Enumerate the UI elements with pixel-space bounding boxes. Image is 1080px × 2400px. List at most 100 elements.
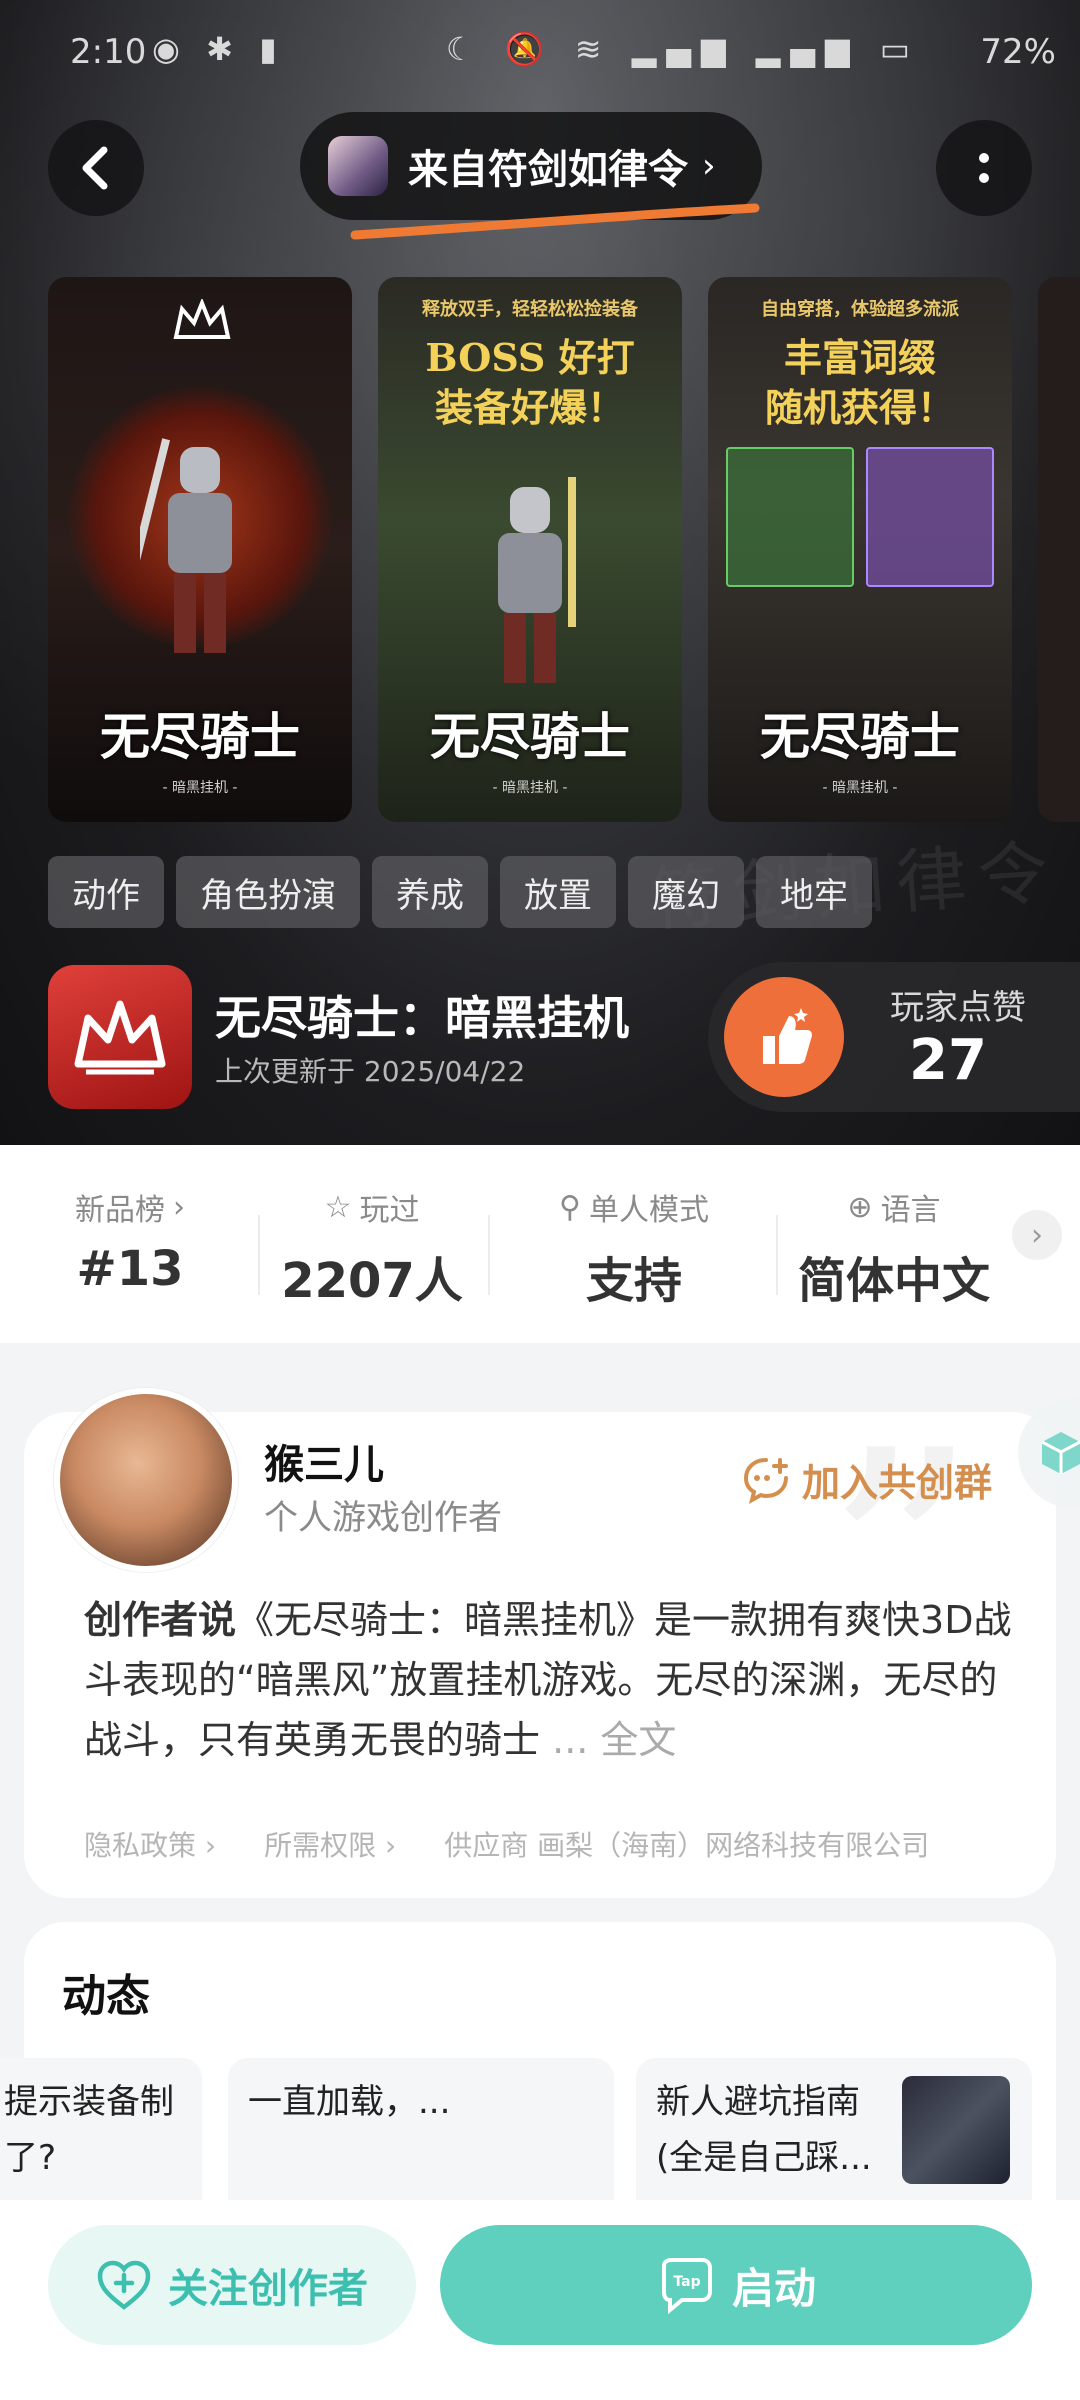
screenshot-headline-2: 装备好爆！ [434,385,625,430]
last-updated: 上次更新于 2025/04/22 [215,1055,526,1088]
stat-label: 玩过 [359,1193,420,1228]
tag-item[interactable]: 魔幻 [628,856,744,928]
more-options-button[interactable] [936,120,1032,216]
person-icon: ⚲ [559,1189,581,1225]
like-count: 27 [909,1028,987,1093]
tag-item[interactable]: 养成 [372,856,488,928]
screenshot-caption: 释放双手，轻轻松松捡装备 [422,299,638,320]
creator-role: 个人游戏创作者 [264,1498,502,1538]
cube-icon [1041,1432,1080,1474]
stat-value: #13 [76,1241,184,1297]
supplier-info: 供应商 画梨（海南）网络科技有限公司 [444,1829,930,1862]
stat-label: 新品榜 [75,1193,165,1228]
stat-label: 单人模式 [588,1193,709,1228]
knight-illustration [140,438,232,653]
source-label: 来自符剑如律令 [408,147,688,193]
item-stats-panel [866,447,994,587]
screenshot-4-partial[interactable] [1038,277,1080,822]
post-text: 提示装备制了? [4,2082,174,2178]
handdrawn-underline [350,203,760,240]
stat-label-row: 新品榜 › [0,1185,260,1229]
crown-icon [173,299,231,339]
svg-text:Tap: Tap [673,2274,700,2290]
stats-more-arrow[interactable]: › [1012,1210,1062,1260]
privacy-policy-link[interactable]: 隐私政策 › [84,1824,216,1864]
screenshot-1[interactable]: 无尽骑士 - 暗黑挂机 - [48,277,352,822]
post-text: 一直加载，... [248,2082,451,2122]
screenshot-logo-text: 无尽骑士 [760,707,960,766]
screenshot-subtitle: - 暗黑挂机 - [162,780,238,796]
creator-name[interactable]: 猴三儿 [264,1432,384,1490]
privacy-label: 隐私政策 [84,1829,197,1862]
tag-item[interactable]: 放置 [500,856,616,928]
screenshot-2[interactable]: 释放双手，轻轻松松捡装备 BOSS 好打 装备好爆！ 无尽骑士 - 暗黑挂机 - [378,277,682,822]
like-label: 玩家点赞 [890,988,1026,1028]
back-button[interactable] [48,120,144,216]
stat-ranking[interactable]: 新品榜 › #13 [0,1185,260,1298]
section-title: 动态 [62,1971,150,2022]
screenshot-logo-text: 无尽骑士 [100,707,300,766]
stat-value: 2207人 [281,1253,463,1309]
more-vertical-icon [979,153,989,183]
follow-label: 关注创作者 [168,2266,368,2312]
creator-avatar[interactable] [54,1388,238,1572]
crown-icon [74,1000,166,1075]
creator-card: ” 猴三儿 个人游戏创作者 加入共创群 创作者说《无尽骑士：暗黑挂机》是一款拥有… [24,1388,1056,1898]
stat-single-player: ⚲ 单人模式 支持 [504,1185,764,1311]
item-stats-panel [726,447,854,587]
follow-creator-button[interactable]: 关注创作者 [48,2225,416,2345]
eye-bluetooth-battery-icons: ◉ ✱ ▮ [152,30,285,68]
status-bar: 2:10 ◉ ✱ ▮ ☾ 🔕 ≋ ▂▄▆ ▂▄▆ ▭ 72% [0,0,1080,100]
knight-illustration [498,477,576,683]
network-status-icons: ☾ 🔕 ≋ ▂▄▆ ▂▄▆ ▭ [445,30,920,68]
globe-icon: ⊕ [847,1189,873,1225]
source-avatar [328,136,388,196]
permissions-label: 所需权限 [264,1829,377,1862]
genre-tags: 动作 角色扮演 养成 放置 魔幻 地牢 [48,856,872,928]
post-thumbnail [902,2076,1010,2184]
game-stats-bar: 新品榜 › #13 ☆ 玩过 2207人 ⚲ 单人模式 支持 ⊕ 语言 简体中文 [0,1145,1080,1343]
screenshot-headline-1: 丰富词缀 [783,335,936,380]
post-text: 新人避坑指南(全是自己踩... [656,2082,872,2178]
creator-description[interactable]: 创作者说《无尽骑士：暗黑挂机》是一款拥有爽快3D战斗表现的“暗黑风”放置挂机游戏… [84,1590,1024,1770]
battery-percent: 72% [980,32,1056,72]
permissions-link[interactable]: 所需权限 › [264,1824,396,1864]
stat-language: ⊕ 语言 简体中文 [764,1185,1024,1311]
game-app-icon [48,965,192,1109]
bottom-action-bar: 关注创作者 Tap 启动 [0,2200,1080,2400]
desc-lead: 创作者说 [84,1598,237,1642]
screenshot-headline-1: BOSS 好打 [425,335,635,380]
stat-value: 支持 [585,1253,682,1309]
screenshot-subtitle: - 暗黑挂机 - [822,780,898,796]
stat-label-row: ⚲ 单人模式 [504,1185,764,1229]
stat-value: 简体中文 [797,1253,990,1309]
legal-footer: 隐私政策 › 所需权限 › 供应商 画梨（海南）网络科技有限公司 [84,1824,1034,1864]
screenshot-subtitle: - 暗黑挂机 - [492,780,568,796]
stat-played: ☆ 玩过 2207人 [242,1185,502,1311]
join-group-label: 加入共创群 [802,1461,993,1505]
chat-plus-icon [743,1457,788,1504]
tag-item[interactable]: 角色扮演 [176,856,360,928]
taptap-logo-icon: Tap [661,2258,712,2314]
chevron-right-icon: › [702,146,716,186]
chevron-right-icon: › [173,1189,185,1225]
game-hero: 符剑如律令 2:10 ◉ ✱ ▮ ☾ 🔕 ≋ ▂▄▆ ▂▄▆ ▭ 72% 来自符… [0,0,1080,1145]
stat-label-row: ☆ 玩过 [242,1185,502,1229]
start-label: 启动 [731,2263,816,2313]
heart-plus-icon [97,2260,151,2310]
screenshot-caption: 自由穿搭，体验超多流派 [761,299,959,320]
screenshot-headline-2: 随机获得！ [764,385,955,430]
game-title: 无尽骑士：暗黑挂机 [215,991,629,1045]
launch-game-button[interactable]: Tap 启动 [440,2225,1032,2345]
read-more-link[interactable]: ... 全文 [552,1718,676,1762]
stat-label: 语言 [880,1193,941,1228]
chevron-left-icon [82,146,108,190]
divider [488,1215,490,1295]
player-like-box[interactable]: 玩家点赞 27 [708,962,1080,1112]
tag-item[interactable]: 地牢 [756,856,872,928]
join-cocreate-group-button[interactable]: 加入共创群 [740,1452,992,1507]
star-icon: ☆ [324,1189,352,1225]
tag-item[interactable]: 动作 [48,856,164,928]
screenshot-3[interactable]: 自由穿搭，体验超多流派 丰富词缀 随机获得！ 无尽骑士 - 暗黑挂机 - [708,277,1012,822]
stat-label-row: ⊕ 语言 [764,1185,1024,1229]
